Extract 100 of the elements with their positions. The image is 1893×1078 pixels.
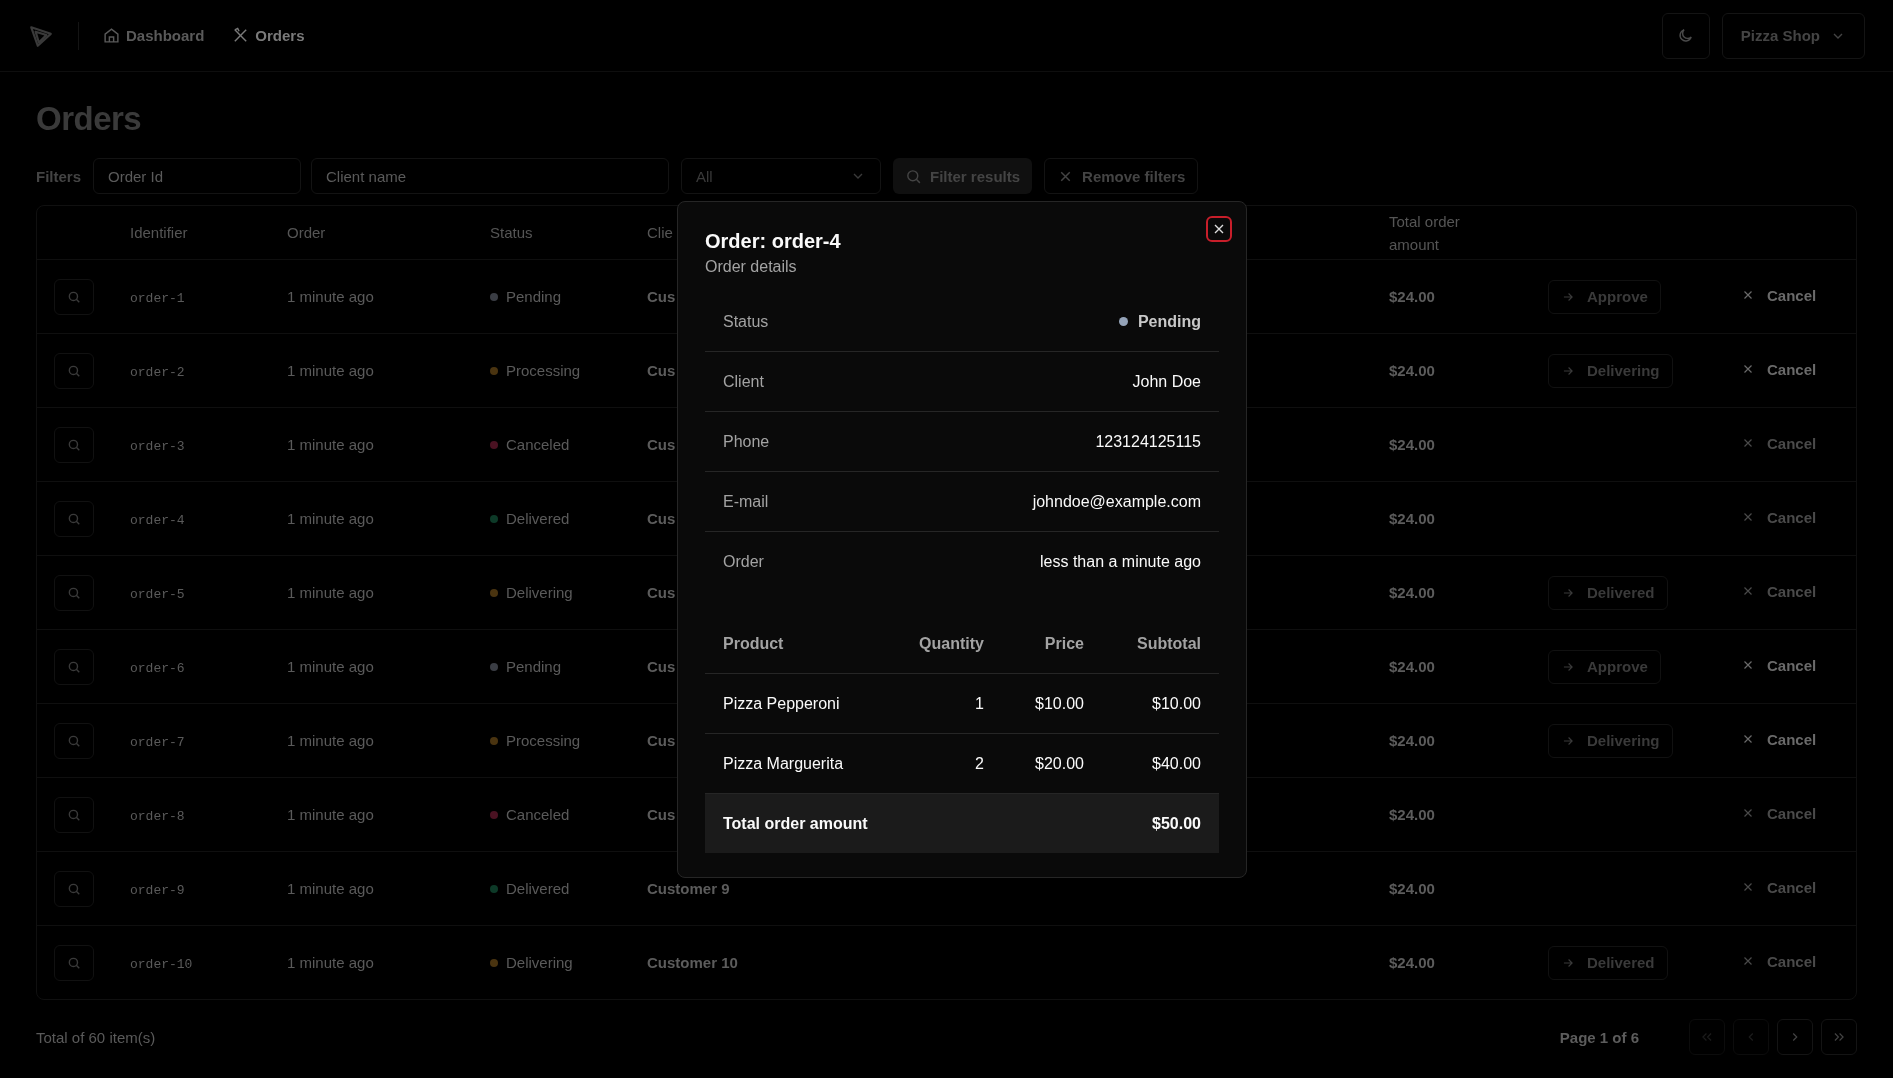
detail-label: Order [723,552,764,571]
order-details-button[interactable] [54,574,94,611]
client-name: Cus [647,583,676,601]
order-details-button[interactable] [54,278,94,315]
next-page-button[interactable] [1777,1019,1813,1055]
status-text: Delivered [506,880,570,897]
client-name-field[interactable]: Client name [311,158,669,194]
order-id: order-5 [130,586,185,602]
total-items-text: Total of 60 item(s) [36,1028,156,1046]
cancel-button[interactable]: Cancel [1741,656,1817,674]
column-header: Total order amount [1389,211,1461,255]
detail-label: Phone [723,432,770,451]
remove-filters-button[interactable]: Remove filters [1044,158,1199,194]
advance-status-button[interactable]: Delivering [1548,353,1673,388]
order-details-button[interactable] [54,426,94,463]
search-icon [67,289,81,304]
detail-label: Client [723,372,764,391]
client-name: Cus [647,657,676,675]
search-icon [67,437,81,452]
column-header: Price [1043,635,1084,653]
order-id: order-2 [130,364,185,380]
order-time: 1 minute ago [287,509,374,527]
order-total: $24.00 [1389,879,1435,897]
search-icon [67,511,81,526]
order-time: 1 minute ago [287,361,374,379]
detail-value: less than a minute ago [1040,552,1201,571]
order-id: order-3 [130,438,185,454]
detail-label: Status [723,312,769,331]
client-name: Cus [647,805,676,823]
column-header: Identifier [130,223,188,243]
nav-link[interactable]: Dashboard [103,27,205,44]
cancel-button[interactable]: Cancel [1741,360,1817,378]
column-header: Order [287,223,326,243]
close-button[interactable] [1206,216,1232,242]
order-details-button[interactable] [54,944,94,981]
advance-status-button[interactable]: Approve [1548,279,1661,314]
search-icon [905,167,922,185]
order-time: 1 minute ago [287,435,374,453]
order-time: 1 minute ago [287,583,374,601]
order-id: order-8 [130,808,185,824]
advance-status-button[interactable]: Approve [1548,649,1661,684]
order-time: 1 minute ago [287,657,374,675]
order-details-button[interactable] [54,352,94,389]
cancel-button[interactable]: Cancel [1741,286,1817,304]
order-total: $24.00 [1389,287,1435,305]
advance-status-button[interactable]: Delivering [1548,723,1673,758]
store-menu-button[interactable]: Pizza Shop [1721,12,1865,59]
column-header: Product [723,635,785,653]
column-header: Status [490,223,533,243]
theme-toggle-button[interactable] [1661,12,1710,59]
detail-value: John Doe [1132,372,1201,391]
double-chevron-right-icon [1832,1030,1846,1044]
total-label: Total order amount [723,814,868,833]
order-details-button[interactable] [54,870,94,907]
search-icon [67,585,81,600]
order-details-button[interactable] [54,500,94,537]
dialog-subtitle: Order details [705,258,798,276]
column-header: Subtotal [1136,635,1201,653]
table-cell-text: $10.00 [1034,694,1084,713]
order-id-field[interactable]: Order Id [93,158,301,194]
order-id: order-1 [130,290,185,306]
order-total: $24.00 [1389,657,1435,675]
advance-status-button[interactable]: Delivered [1548,945,1668,980]
order-time: 1 minute ago [287,731,374,749]
table-cell-text: 2 [974,754,984,773]
order-id: order-7 [130,734,185,750]
status-text: Processing [506,732,581,749]
order-total: $24.00 [1389,361,1435,379]
cancel-button[interactable]: Cancel [1741,730,1817,748]
order-time: 1 minute ago [287,287,374,305]
order-time: 1 minute ago [287,879,374,897]
status-select[interactable]: All [681,158,881,194]
table-cell-text: $10.00 [1151,694,1201,713]
dialog-title: Order: order-4 [705,230,842,253]
client-name: Cus [647,509,676,527]
client-name: Customer 9 [647,879,730,897]
last-page-button[interactable] [1821,1019,1857,1055]
advance-status-button[interactable]: Delivered [1548,575,1668,610]
status-text: Pending [506,658,562,675]
status-text: Processing [506,362,581,379]
page-title: Orders [36,100,143,138]
order-id: order-4 [130,512,185,528]
client-name: Cus [647,287,676,305]
search-icon [67,659,81,674]
order-total: $24.00 [1389,583,1435,601]
detail-value: Pending [1137,312,1201,331]
column-header: Clie [647,223,673,243]
detail-value: 123124125115 [1095,432,1201,451]
nav-link[interactable]: Orders [232,27,305,44]
order-details-button[interactable] [54,648,94,685]
order-id: order-9 [130,882,185,898]
order-details-button[interactable] [54,722,94,759]
client-name: Cus [647,731,676,749]
moon-icon [1677,27,1695,44]
status-text: Delivered [506,510,570,527]
order-details-button[interactable] [54,796,94,833]
detail-value: johndoe@example.com [1032,492,1201,511]
detail-label: E-mail [723,492,769,511]
order-total: $24.00 [1389,731,1435,749]
order-total: $24.00 [1389,509,1435,527]
